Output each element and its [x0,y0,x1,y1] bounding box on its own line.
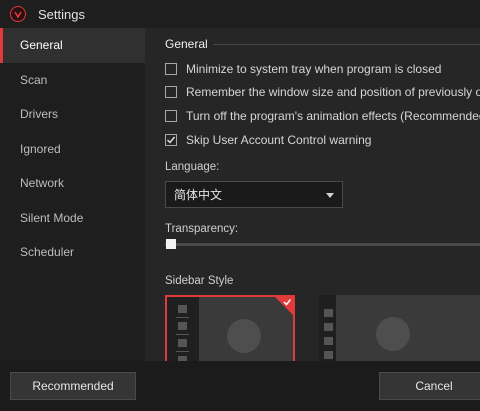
preview-dot [178,322,187,330]
preview-line [176,351,189,352]
preview-dot [324,337,333,345]
option-label: Remember the window size and position of… [186,85,480,99]
preview-dot [324,323,333,331]
style-preview-strip [319,295,336,361]
transparency-label: Transparency: [165,223,239,235]
checkbox[interactable] [165,63,177,75]
preview-dot [324,309,333,317]
check-icon [167,136,176,144]
settings-content: General Minimize to system tray when pro… [145,28,480,361]
sidebar-item-network[interactable]: Network [0,166,145,201]
window-title: Settings [38,6,85,22]
preview-line [176,334,189,335]
section-title: General [165,37,208,51]
section-divider [213,44,480,45]
sidebar-item-silent-mode[interactable]: Silent Mode [0,201,145,236]
cancel-button[interactable]: Cancel [379,372,480,400]
sidebar-item-scan[interactable]: Scan [0,63,145,98]
preview-circle [376,317,410,351]
transparency-slider-thumb[interactable] [166,239,176,249]
preview-dot [324,351,333,359]
language-value: 简体中文 [174,188,223,202]
style-preview-strip [167,297,199,361]
chevron-down-icon [326,193,334,198]
sidebar: General Scan Drivers Ignored Network Sil… [0,28,145,361]
checkbox[interactable] [165,110,177,122]
checkbox-checked[interactable] [165,134,177,146]
sidebar-item-scheduler[interactable]: Scheduler [0,235,145,270]
preview-dot [178,339,187,347]
transparency-slider-track[interactable] [165,243,480,246]
preview-line [176,317,189,318]
option-skip-uac[interactable]: Skip User Account Control warning [165,132,371,148]
check-icon [283,299,292,306]
option-remember-window[interactable]: Remember the window size and position of… [165,84,480,100]
option-label: Skip User Account Control warning [186,133,372,147]
preview-circle [227,319,261,353]
sidebar-item-drivers[interactable]: Drivers [0,97,145,132]
sidebar-item-general[interactable]: General [0,28,145,63]
sidebar-style-option-1[interactable] [165,295,295,361]
footer-bar: Recommended Cancel [0,361,480,411]
preview-dot [178,305,187,313]
option-turn-off-animation[interactable]: Turn off the program's animation effects… [165,108,480,124]
sidebar-style-label: Sidebar Style [165,275,234,287]
option-label: Turn off the program's animation effects… [186,109,480,123]
style-preview-main [336,295,480,361]
title-bar: Settings [0,0,480,28]
language-select[interactable]: 简体中文 [165,181,343,208]
app-logo-icon [10,6,26,22]
language-label: Language: [165,161,220,173]
sidebar-item-ignored[interactable]: Ignored [0,132,145,167]
checkbox[interactable] [165,86,177,98]
option-minimize-to-tray[interactable]: Minimize to system tray when program is … [165,61,441,77]
option-label: Minimize to system tray when program is … [186,62,442,76]
sidebar-style-option-2[interactable] [319,295,480,361]
recommended-button[interactable]: Recommended [10,372,136,400]
